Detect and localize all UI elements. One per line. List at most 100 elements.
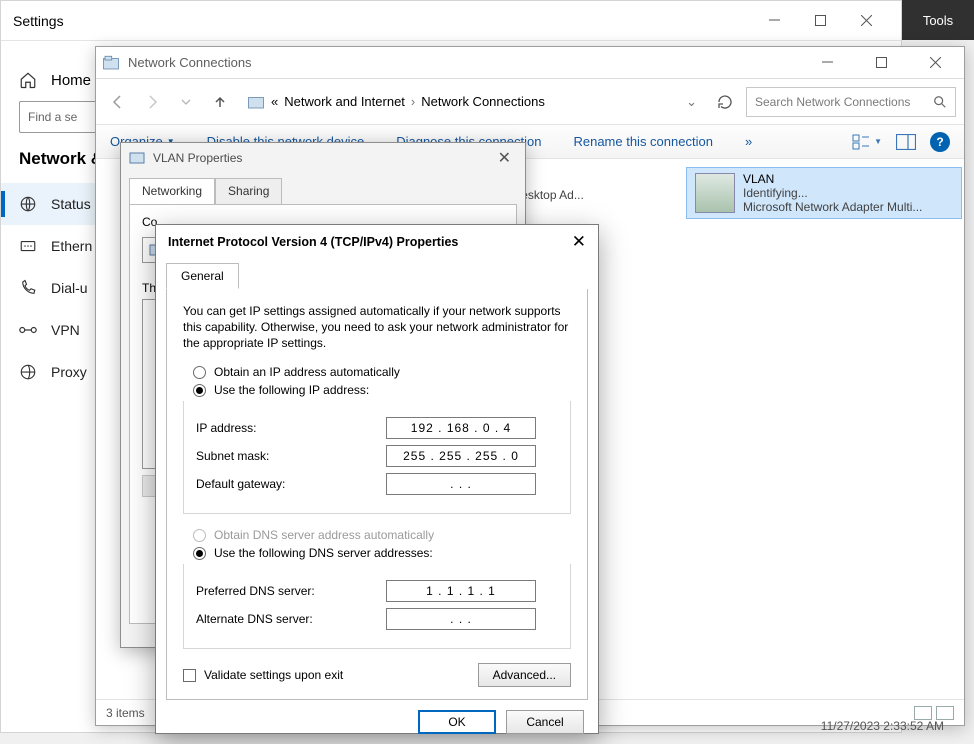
sidebar-item-label: Status (51, 196, 91, 212)
close-button[interactable]: ✕ (572, 232, 586, 252)
taskbar-clock: 11/27/2023 2:33:52 AM (821, 719, 944, 733)
adapter-name: VLAN (743, 172, 922, 186)
radio-icon (193, 529, 206, 542)
adapter-item-vlan[interactable]: VLAN Identifying... Microsoft Network Ad… (686, 167, 962, 219)
preferred-dns-input[interactable]: 1 . 1 . 1 . 1 (386, 580, 536, 602)
alternate-dns-input[interactable]: . . . (386, 608, 536, 630)
toolbar-label: Rename this connection (573, 134, 712, 149)
ipv4-body: You can get IP settings assigned automat… (166, 289, 588, 700)
close-button[interactable]: ✕ (492, 148, 517, 168)
static-dns-group: Preferred DNS server: 1 . 1 . 1 . 1 Alte… (183, 564, 571, 649)
adapter-status: Identifying... (743, 186, 922, 200)
nic-small-icon (129, 150, 145, 166)
tab-general[interactable]: General (166, 263, 239, 289)
subnet-mask-label: Subnet mask: (196, 449, 386, 463)
tab-sharing[interactable]: Sharing (215, 178, 282, 205)
alternate-dns-label: Alternate DNS server: (196, 612, 386, 626)
nic-icon (695, 173, 735, 213)
maximize-button[interactable] (858, 47, 904, 79)
ipv4-footer: OK Cancel (156, 700, 598, 744)
ok-button[interactable]: OK (418, 710, 496, 734)
chevron-down-icon[interactable]: ⌄ (686, 94, 697, 110)
globe-icon (19, 363, 37, 381)
toolbar-rename[interactable]: Rename this connection (573, 134, 712, 149)
radio-icon (193, 366, 206, 379)
tools-panel[interactable]: Tools (902, 0, 974, 40)
ipv4-properties-dialog: Internet Protocol Version 4 (TCP/IPv4) P… (155, 224, 599, 734)
vlan-titlebar: VLAN Properties ✕ (121, 143, 525, 173)
nc-title: Network Connections (128, 55, 252, 70)
status-item-count: 3 items (106, 706, 145, 720)
tab-networking[interactable]: Networking (129, 178, 215, 205)
chevron-down-icon: ▼ (874, 137, 882, 146)
validate-on-exit-checkbox[interactable]: Validate settings upon exit (183, 668, 343, 682)
checkbox-icon (183, 669, 196, 682)
network-folder-icon (102, 54, 120, 72)
nav-up-button[interactable] (206, 88, 234, 116)
refresh-button[interactable] (710, 87, 740, 117)
maximize-button[interactable] (797, 5, 843, 37)
input-value: 255 . 255 . 255 . 0 (403, 449, 519, 463)
breadcrumb-item[interactable]: Network Connections (421, 94, 545, 109)
ip-address-input[interactable]: 192 . 168 . 0 . 4 (386, 417, 536, 439)
adapter-desc: Microsoft Network Adapter Multi... (743, 200, 922, 214)
radio-icon (193, 547, 206, 560)
input-value: . . . (450, 477, 472, 491)
checkbox-label: Validate settings upon exit (204, 668, 343, 682)
button-label: Cancel (526, 715, 563, 729)
sidebar-home-label: Home (51, 72, 91, 89)
input-value: 1 . 1 . 1 . 1 (426, 584, 496, 598)
view-options-button[interactable]: ▼ (852, 134, 882, 150)
chevron-right-icon: › (411, 94, 415, 109)
breadcrumb-prefix: « (271, 94, 278, 109)
network-folder-icon (247, 93, 265, 111)
nav-recent-button[interactable] (172, 88, 200, 116)
help-button[interactable]: ? (930, 132, 950, 152)
breadcrumb-item[interactable]: Network and Internet (284, 94, 405, 109)
address-box[interactable]: « Network and Internet › Network Connect… (240, 87, 704, 117)
minimize-button[interactable] (804, 47, 850, 79)
default-gateway-input[interactable]: . . . (386, 473, 536, 495)
radio-use-static-dns[interactable]: Use the following DNS server addresses: (193, 546, 571, 560)
default-gateway-label: Default gateway: (196, 477, 386, 491)
settings-title: Settings (13, 13, 64, 29)
home-icon (19, 71, 37, 89)
radio-use-static-ip[interactable]: Use the following IP address: (193, 383, 571, 397)
nav-back-button[interactable] (104, 88, 132, 116)
radio-icon (193, 384, 206, 397)
button-label: Advanced... (493, 668, 556, 682)
tab-label: Sharing (228, 184, 269, 198)
preferred-dns-label: Preferred DNS server: (196, 584, 386, 598)
vlan-title-text: VLAN Properties (153, 151, 242, 165)
radio-obtain-ip-auto[interactable]: Obtain an IP address automatically (193, 365, 571, 379)
phone-icon (19, 279, 37, 297)
preview-pane-button[interactable] (896, 134, 916, 150)
view-mode-buttons[interactable] (914, 706, 954, 720)
input-value: . . . (450, 612, 472, 626)
settings-titlebar: Settings (1, 1, 901, 41)
toolbar-more[interactable]: » (745, 134, 752, 149)
tab-label: General (181, 269, 224, 283)
settings-search-placeholder: Find a se (28, 110, 77, 124)
radio-label: Obtain DNS server address automatically (214, 528, 434, 542)
minimize-button[interactable] (751, 5, 797, 37)
subnet-mask-input[interactable]: 255 . 255 . 255 . 0 (386, 445, 536, 467)
vpn-icon (19, 321, 37, 339)
nc-address-bar: « Network and Internet › Network Connect… (96, 79, 964, 125)
nc-search-input[interactable]: Search Network Connections (746, 87, 956, 117)
radio-obtain-dns-auto: Obtain DNS server address automatically (193, 528, 571, 542)
nc-search-placeholder: Search Network Connections (755, 95, 910, 109)
globe-icon (19, 195, 37, 213)
static-ip-group: IP address: 192 . 168 . 0 . 4 Subnet mas… (183, 401, 571, 514)
vlan-tabstrip: Networking Sharing (129, 177, 517, 204)
ethernet-icon (19, 237, 37, 255)
close-button[interactable] (843, 5, 889, 37)
search-icon (933, 95, 947, 109)
sidebar-item-label: Proxy (51, 364, 87, 380)
close-button[interactable] (912, 47, 958, 79)
button-label: OK (448, 715, 465, 729)
nav-forward-button[interactable] (138, 88, 166, 116)
advanced-button[interactable]: Advanced... (478, 663, 571, 687)
cancel-button[interactable]: Cancel (506, 710, 584, 734)
ipv4-tabstrip: General (166, 263, 588, 289)
